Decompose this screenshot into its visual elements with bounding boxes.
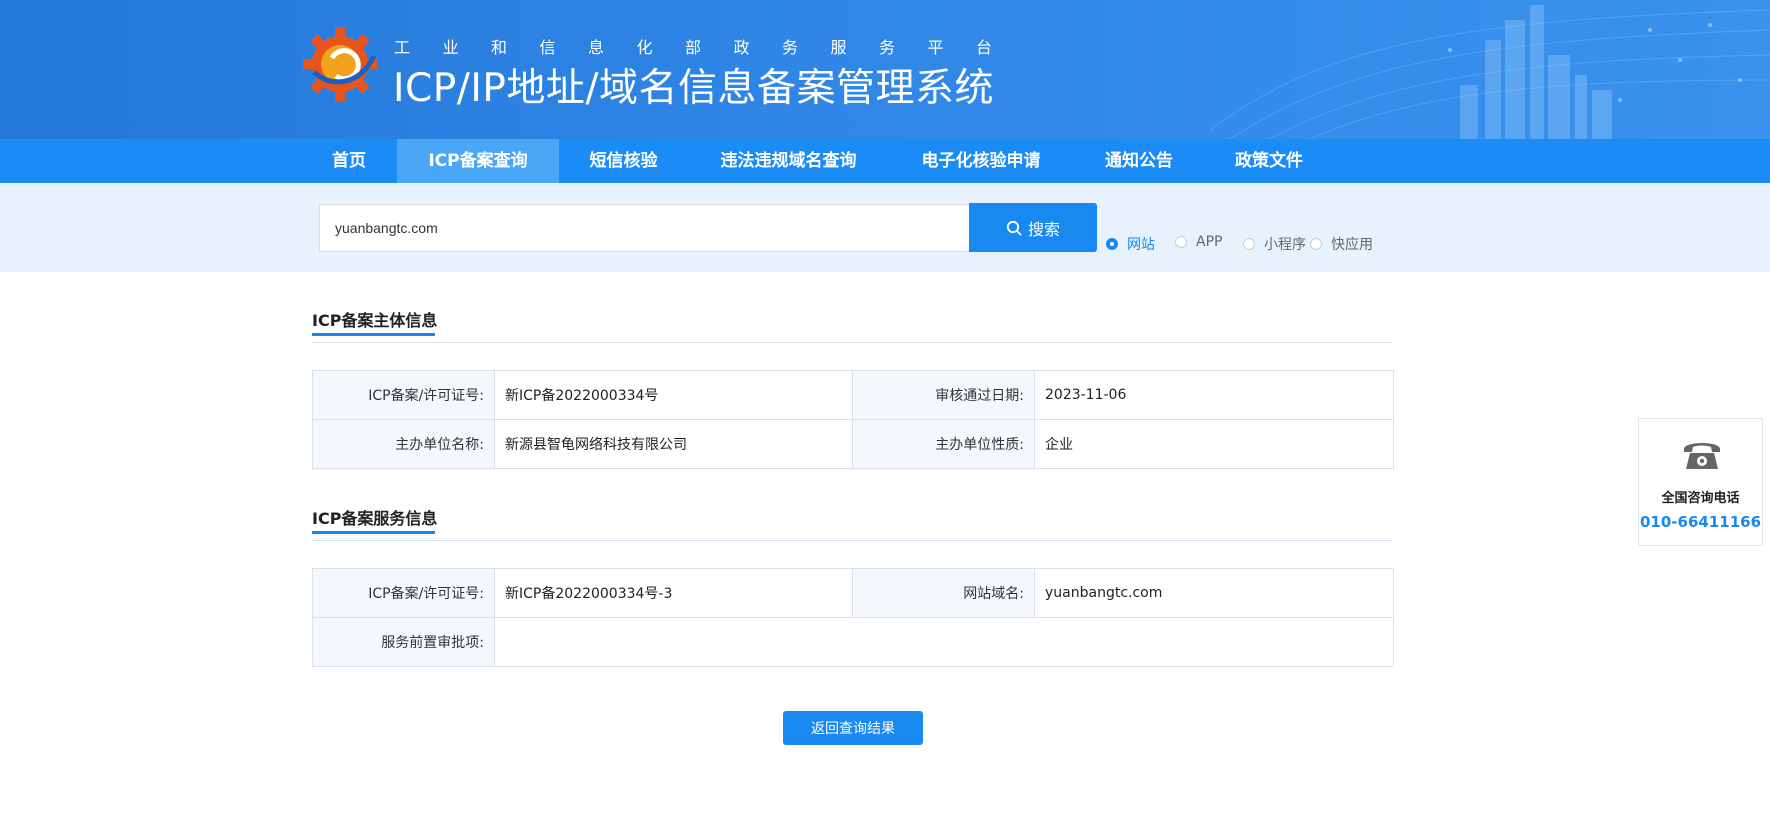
table-row: ICP备案/许可证号: 新ICP备2022000334号 审核通过日期: 202…	[312, 370, 1394, 420]
header-banner: 工业和信息化部政务服务平台 ICP/IP地址/域名信息备案管理系统	[0, 0, 1770, 139]
main-nav: 首页 ICP备案查询 短信核验 违法违规域名查询 电子化核验申请 通知公告 政策…	[0, 139, 1770, 183]
pre-approval-value	[494, 617, 1394, 667]
radio-dot	[1175, 236, 1187, 248]
nav-item-policy[interactable]: 政策文件	[1223, 139, 1315, 183]
radio-app[interactable]: APP	[1175, 234, 1222, 250]
nav-item-illegal-domain[interactable]: 违法违规域名查询	[706, 139, 871, 183]
radio-label-website: 网站	[1127, 237, 1155, 253]
city-skyline-decoration	[1210, 5, 1770, 139]
radio-label-miniprogram: 小程序	[1264, 237, 1306, 253]
subject-info-table: ICP备案/许可证号: 新ICP备2022000334号 审核通过日期: 202…	[312, 370, 1394, 469]
approve-date-value: 2023-11-06	[1034, 370, 1394, 420]
search-icon	[1006, 220, 1022, 235]
subject-info-title: ICP备案主体信息	[312, 311, 438, 330]
consult-phone-card: 全国咨询电话 010-66411166	[1638, 418, 1763, 546]
service-info-title: ICP备案服务信息	[312, 509, 438, 528]
phone-icon	[1684, 443, 1720, 469]
nav-item-icp-query[interactable]: ICP备案查询	[397, 139, 559, 183]
pre-approval-label: 服务前置审批项:	[312, 617, 495, 667]
nav-item-notices[interactable]: 通知公告	[1093, 139, 1185, 183]
domain-value: yuanbangtc.com	[1034, 568, 1394, 618]
search-button-label: 搜索	[1027, 219, 1060, 239]
org-type-value: 企业	[1034, 419, 1394, 469]
banner-subtitle: 工业和信息化部政务服务平台	[394, 38, 1025, 57]
nav-item-sms-verify[interactable]: 短信核验	[571, 139, 676, 183]
service-license-value: 新ICP备2022000334号-3	[494, 568, 853, 618]
search-input[interactable]	[319, 204, 969, 252]
license-value: 新ICP备2022000334号	[494, 370, 853, 420]
return-results-button[interactable]: 返回查询结果	[783, 711, 923, 745]
consult-label: 全国咨询电话	[1661, 491, 1740, 506]
radio-label-app: APP	[1196, 234, 1223, 250]
nav-item-e-verify[interactable]: 电子化核验申请	[906, 139, 1056, 183]
section-divider	[312, 540, 1392, 541]
radio-label-quickapp: 快应用	[1331, 237, 1373, 253]
radio-dot	[1243, 238, 1255, 250]
table-row: 主办单位名称: 新源县智龟网络科技有限公司 主办单位性质: 企业	[312, 419, 1394, 469]
radio-dot	[1106, 238, 1118, 250]
domain-label: 网站域名:	[852, 568, 1035, 618]
radio-quickapp[interactable]: 快应用	[1310, 234, 1373, 254]
org-name-label: 主办单位名称:	[312, 419, 495, 469]
radio-miniprogram[interactable]: 小程序	[1243, 234, 1306, 254]
license-label: ICP备案/许可证号:	[312, 370, 495, 420]
service-info-table: ICP备案/许可证号: 新ICP备2022000334号-3 网站域名: yua…	[312, 568, 1394, 667]
section-accent	[312, 531, 435, 534]
consult-phone-number: 010-66411166	[1639, 513, 1762, 531]
logo-gear-icon	[303, 27, 377, 101]
section-accent	[312, 333, 435, 336]
system-title: ICP/IP地址/域名信息备案管理系统	[393, 66, 995, 111]
service-license-label: ICP备案/许可证号:	[312, 568, 495, 618]
radio-dot	[1310, 238, 1322, 250]
table-row: 服务前置审批项:	[312, 617, 1394, 667]
search-button[interactable]: 搜索	[969, 203, 1097, 252]
org-type-label: 主办单位性质:	[852, 419, 1035, 469]
org-name-value: 新源县智龟网络科技有限公司	[494, 419, 853, 469]
radio-website[interactable]: 网站	[1106, 234, 1155, 254]
nav-item-home[interactable]: 首页	[309, 139, 389, 183]
section-divider	[312, 342, 1392, 343]
approve-date-label: 审核通过日期:	[852, 370, 1035, 420]
table-row: ICP备案/许可证号: 新ICP备2022000334号-3 网站域名: yua…	[312, 568, 1394, 618]
